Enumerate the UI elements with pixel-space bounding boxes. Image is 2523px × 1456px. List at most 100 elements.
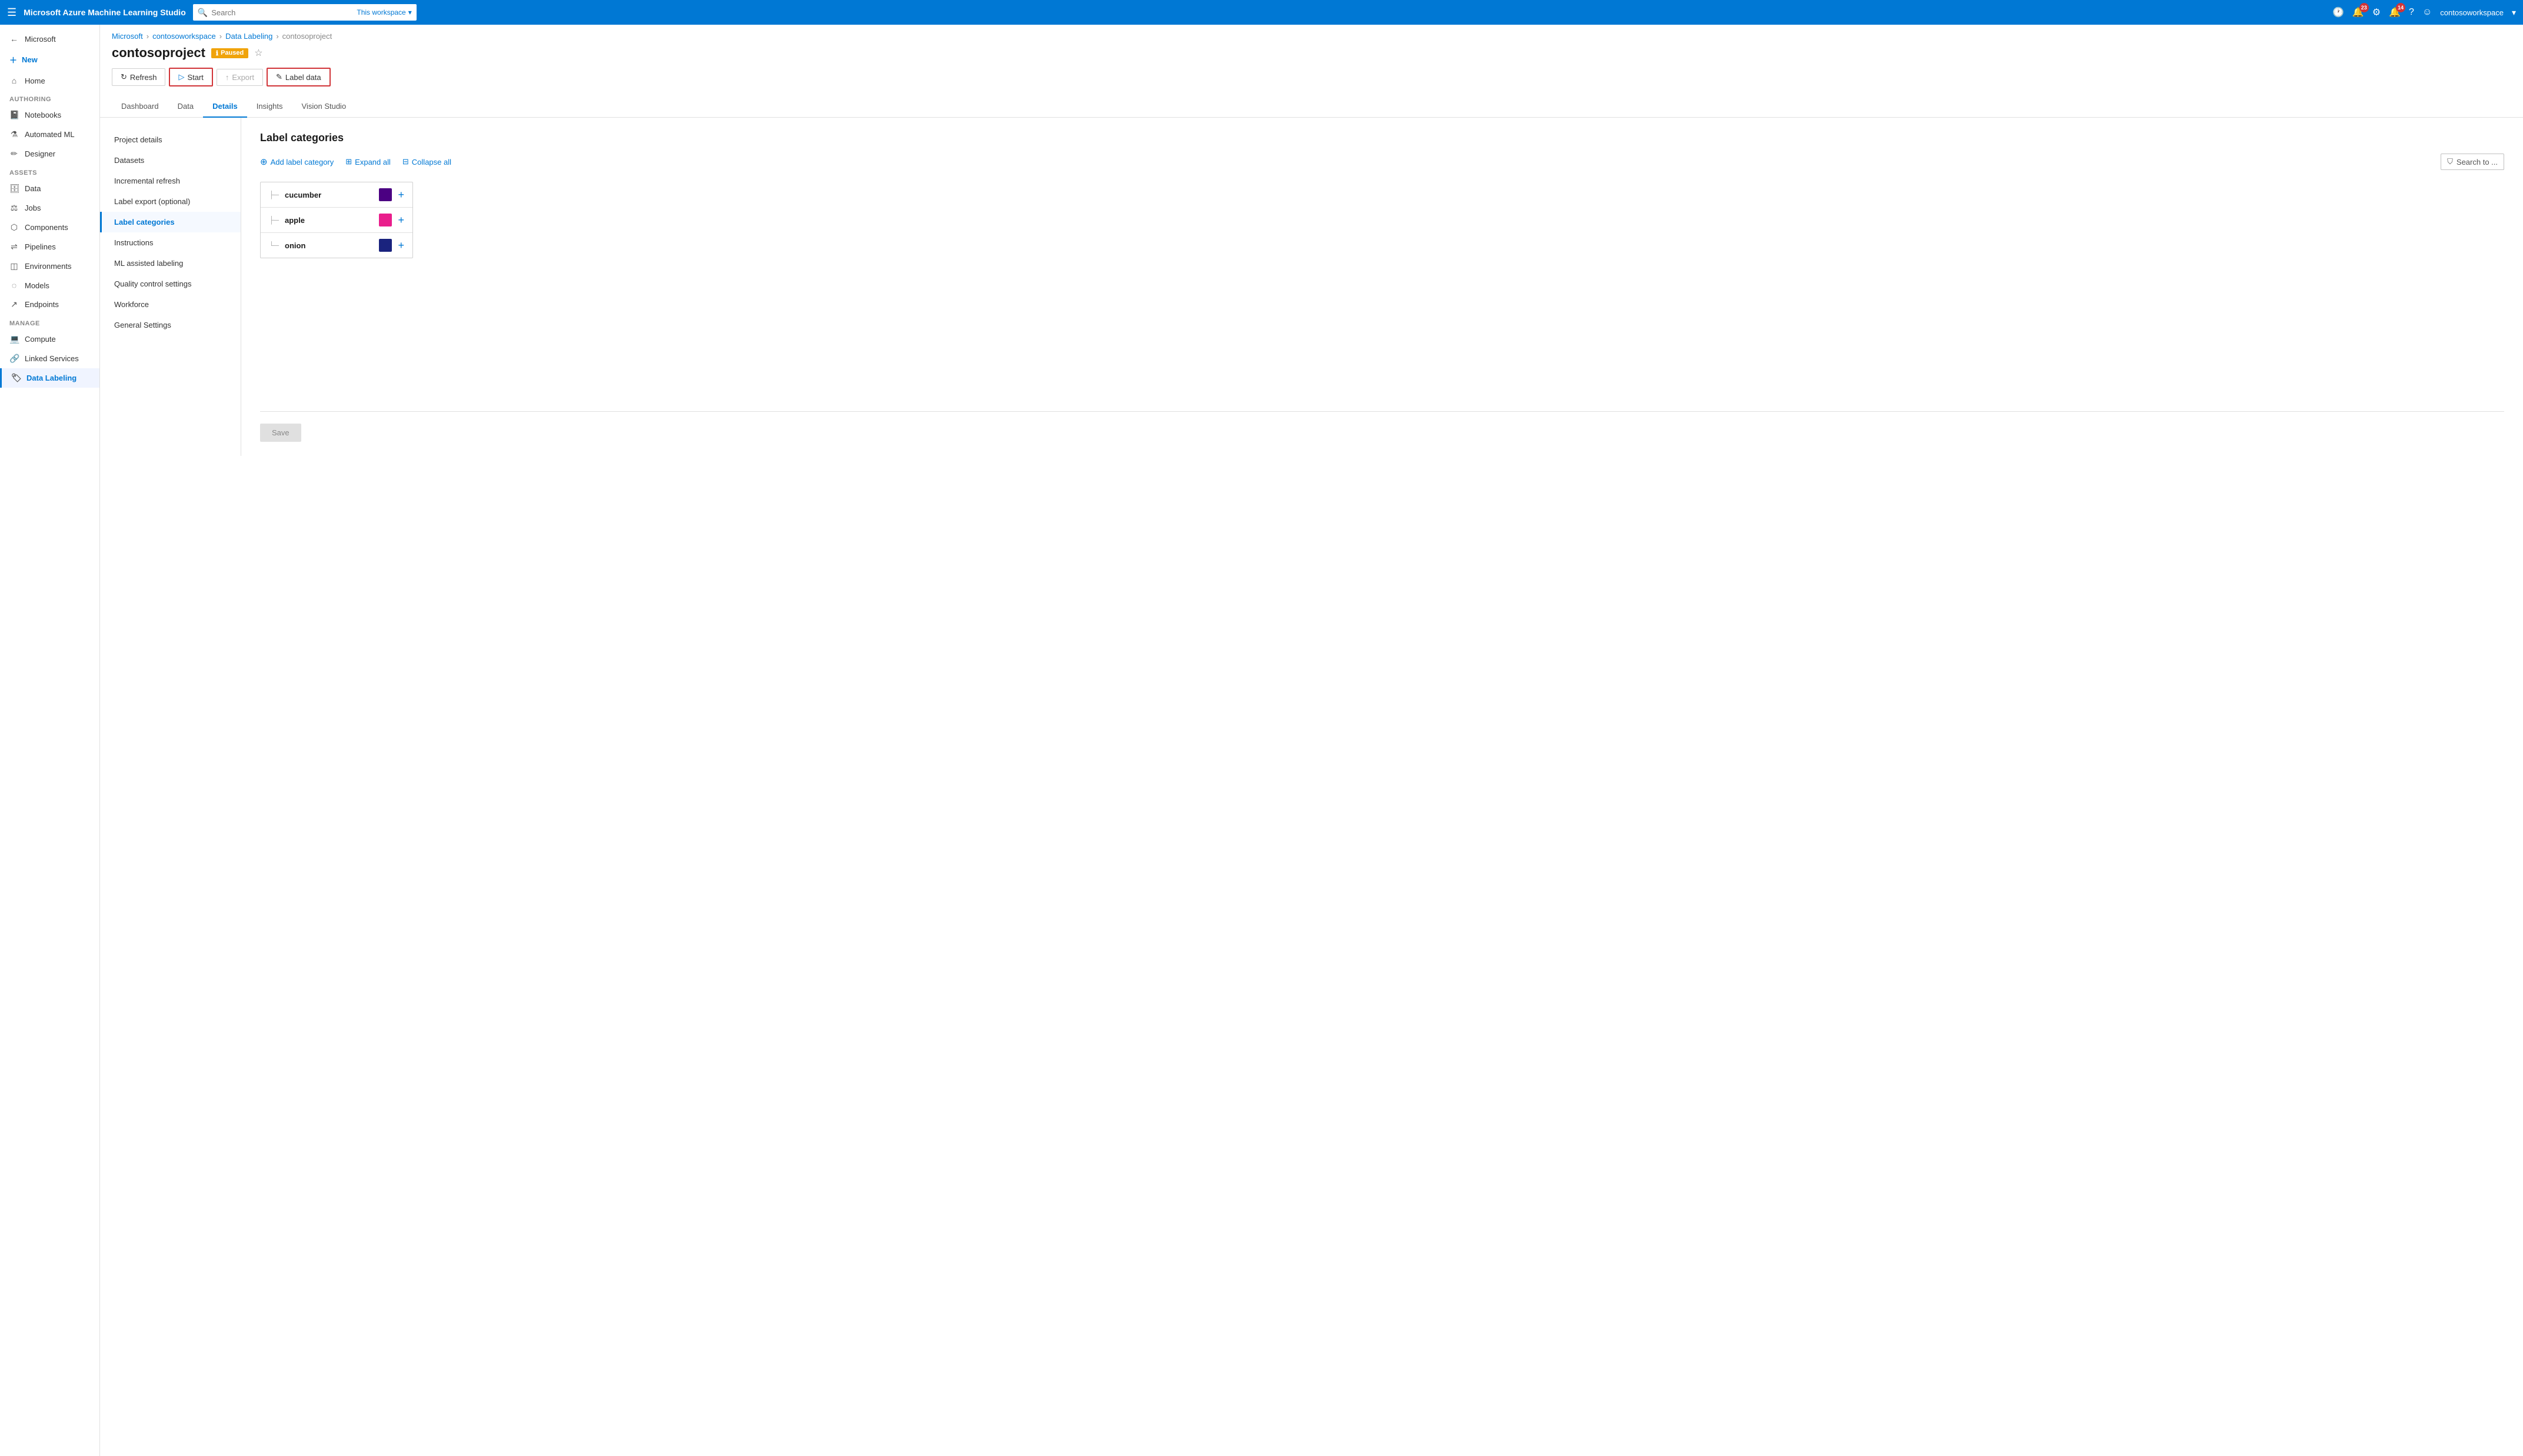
tab-vision-studio[interactable]: Vision Studio [292, 96, 356, 118]
notifications-icon[interactable]: 🔔 23 [2352, 6, 2364, 18]
sidebar-item-pipelines[interactable]: ⇌ Pipelines [0, 237, 99, 256]
sidebar-item-new[interactable]: ＋ New [0, 48, 99, 71]
start-button[interactable]: ▷ Start [169, 68, 212, 86]
sidebar-microsoft-label: Microsoft [25, 35, 56, 44]
category-name-onion: onion [285, 241, 373, 250]
sidebar-item-jobs[interactable]: ⚖ Jobs [0, 198, 99, 218]
home-icon: ⌂ [9, 76, 19, 85]
left-nav-general-settings[interactable]: General Settings [100, 315, 241, 335]
help-icon[interactable]: ? [2409, 7, 2414, 18]
sidebar-item-components[interactable]: ⬡ Components [0, 218, 99, 237]
sidebar-item-endpoints[interactable]: ↗ Endpoints [0, 295, 99, 314]
label-toolbar: ⊕ Add label category ⊞ Expand all ⊟ Coll… [260, 154, 2504, 170]
breadcrumb-microsoft[interactable]: Microsoft [112, 32, 143, 41]
left-nav-workforce[interactable]: Workforce [100, 294, 241, 315]
collapse-icon: ⊟ [402, 157, 409, 166]
expand-icon: ⊞ [345, 157, 352, 166]
sidebar-item-notebooks[interactable]: 📓 Notebooks [0, 105, 99, 125]
hamburger-icon[interactable]: ☰ [7, 6, 16, 19]
category-name-cucumber: cucumber [285, 191, 373, 199]
tab-data[interactable]: Data [168, 96, 203, 118]
left-nav-datasets[interactable]: Datasets [100, 150, 241, 171]
breadcrumb-workspace[interactable]: contosoworkspace [152, 32, 216, 41]
data-labeling-icon: 🏷 [11, 373, 21, 383]
status-badge: ℹ Paused [211, 48, 248, 58]
export-button[interactable]: ↑ Export [217, 69, 263, 86]
tab-insights[interactable]: Insights [247, 96, 292, 118]
add-child-cucumber-button[interactable]: + [398, 189, 404, 201]
top-nav: ☰ Microsoft Azure Machine Learning Studi… [0, 0, 2523, 25]
add-child-onion-button[interactable]: + [398, 239, 404, 252]
search-bar[interactable]: 🔍 This workspace ▾ [193, 4, 417, 21]
sidebar-item-automated-ml[interactable]: ⚗ Automated ML [0, 125, 99, 144]
filter-icon: ⛉ [2447, 157, 2453, 166]
left-nav-ml-assisted[interactable]: ML assisted labeling [100, 253, 241, 274]
settings-icon[interactable]: ⚙ [2372, 6, 2381, 18]
page-title: contosoproject [112, 45, 205, 61]
left-nav-project-details[interactable]: Project details [100, 129, 241, 150]
category-list: ├─ cucumber + ├─ apple + └─ [260, 182, 413, 258]
category-item-cucumber: ├─ cucumber + [261, 182, 412, 208]
color-swatch-cucumber[interactable] [379, 188, 392, 201]
sidebar-item-home[interactable]: ⌂ Home [0, 71, 99, 90]
left-nav-incremental-refresh[interactable]: Incremental refresh [100, 171, 241, 191]
category-item-onion: └─ onion + [261, 233, 412, 258]
play-icon: ▷ [178, 72, 184, 82]
section-title: Label categories [260, 132, 2504, 144]
clock-icon[interactable]: 🕐 [2332, 6, 2344, 18]
compute-icon: 💻 [9, 334, 19, 344]
tree-connector-icon: ├─ [269, 191, 279, 199]
sidebar-item-microsoft[interactable]: ← Microsoft [0, 29, 99, 48]
nav-icons: 🕐 🔔 23 ⚙ 🔔 14 ? ☺ contosoworkspace ▾ [2332, 6, 2516, 18]
notebooks-icon: 📓 [9, 110, 19, 120]
color-swatch-onion[interactable] [379, 239, 392, 252]
expand-all-button[interactable]: ⊞ Expand all [345, 157, 391, 166]
details-layout: Project details Datasets Incremental ref… [100, 118, 2523, 456]
left-nav-quality-control[interactable]: Quality control settings [100, 274, 241, 294]
status-info-icon: ℹ [216, 49, 218, 57]
breadcrumb-project: contosoproject [282, 32, 332, 41]
search-scope[interactable]: This workspace ▾ [357, 8, 411, 16]
export-icon: ↑ [225, 73, 229, 82]
search-filter[interactable]: ⛉ Search to ... [2441, 154, 2504, 170]
user-chevron-icon[interactable]: ▾ [2512, 8, 2516, 18]
save-button[interactable]: Save [260, 424, 301, 442]
sidebar-item-data[interactable]: 🗄 Data [0, 179, 99, 198]
tab-details[interactable]: Details [203, 96, 247, 118]
jobs-icon: ⚖ [9, 203, 19, 213]
label-data-icon: ✎ [276, 72, 282, 82]
toolbar: ↻ Refresh ▷ Start ↑ Export ✎ Label data [112, 68, 2511, 86]
sidebar-item-data-labeling[interactable]: 🏷 Data Labeling [0, 368, 99, 388]
sidebar-item-compute[interactable]: 💻 Compute [0, 329, 99, 349]
breadcrumb-sep-1: › [147, 32, 149, 41]
breadcrumb-data-labeling[interactable]: Data Labeling [225, 32, 272, 41]
endpoints-icon: ↗ [9, 299, 19, 309]
plus-icon: ＋ [9, 54, 17, 65]
alerts-badge: 14 [2396, 3, 2405, 12]
sidebar-item-linked-services[interactable]: 🔗 Linked Services [0, 349, 99, 368]
smiley-icon[interactable]: ☺ [2422, 7, 2432, 18]
category-item-apple: ├─ apple + [261, 208, 412, 233]
sidebar-item-models[interactable]: ◌ Models [0, 276, 99, 295]
refresh-button[interactable]: ↻ Refresh [112, 68, 165, 86]
sidebar-item-environments[interactable]: ◫ Environments [0, 256, 99, 276]
linked-services-icon: 🔗 [9, 354, 19, 364]
left-nav-label-categories[interactable]: Label categories [100, 212, 241, 232]
tab-dashboard[interactable]: Dashboard [112, 96, 168, 118]
add-child-apple-button[interactable]: + [398, 214, 404, 226]
color-swatch-apple[interactable] [379, 214, 392, 226]
left-nav: Project details Datasets Incremental ref… [100, 118, 241, 456]
left-nav-instructions[interactable]: Instructions [100, 232, 241, 253]
favorite-icon[interactable]: ☆ [254, 47, 262, 59]
alerts-icon[interactable]: 🔔 14 [2389, 6, 2401, 18]
plus-circle-icon: ⊕ [260, 156, 268, 167]
collapse-all-button[interactable]: ⊟ Collapse all [402, 157, 451, 166]
environments-icon: ◫ [9, 261, 19, 271]
left-nav-label-export[interactable]: Label export (optional) [100, 191, 241, 212]
label-data-button[interactable]: ✎ Label data [267, 68, 331, 86]
username[interactable]: contosoworkspace [2440, 8, 2504, 17]
add-label-category-button[interactable]: ⊕ Add label category [260, 156, 334, 167]
sidebar-item-designer[interactable]: ✏ Designer [0, 144, 99, 164]
tree-connector-icon-onion: └─ [269, 241, 279, 249]
search-input[interactable] [211, 8, 353, 17]
